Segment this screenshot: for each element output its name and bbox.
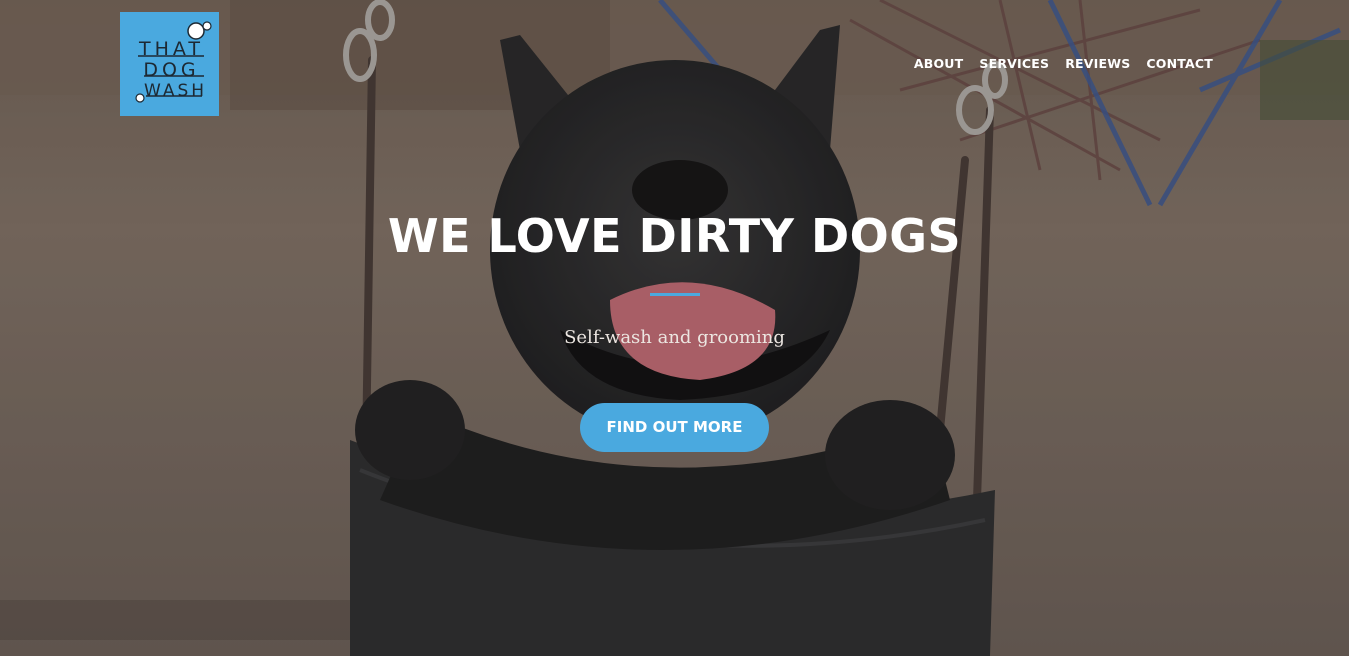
brand-logo[interactable]: THAT DOG WASH — [120, 12, 219, 116]
nav-item-reviews[interactable]: REVIEWS — [1057, 56, 1138, 71]
logo-word-wash: WASH — [143, 81, 208, 101]
nav-item-contact[interactable]: CONTACT — [1138, 56, 1221, 71]
nav-item-about[interactable]: ABOUT — [906, 56, 972, 71]
logo-word-that: THAT — [138, 38, 205, 60]
hero-section: THAT DOG WASH ABOUT SERVICES REVIEWS CON… — [0, 0, 1349, 656]
hero-content: WE LOVE DIRTY DOGS Self-wash and groomin… — [0, 208, 1349, 452]
nav-item-services[interactable]: SERVICES — [971, 56, 1057, 71]
hero-subtitle: Self-wash and grooming — [564, 327, 785, 348]
hero-title: WE LOVE DIRTY DOGS — [387, 209, 962, 263]
find-out-more-button[interactable]: FIND OUT MORE — [580, 403, 769, 452]
logo-word-dog: DOG — [143, 59, 200, 81]
title-divider — [649, 293, 700, 296]
main-nav: ABOUT SERVICES REVIEWS CONTACT — [906, 56, 1221, 71]
